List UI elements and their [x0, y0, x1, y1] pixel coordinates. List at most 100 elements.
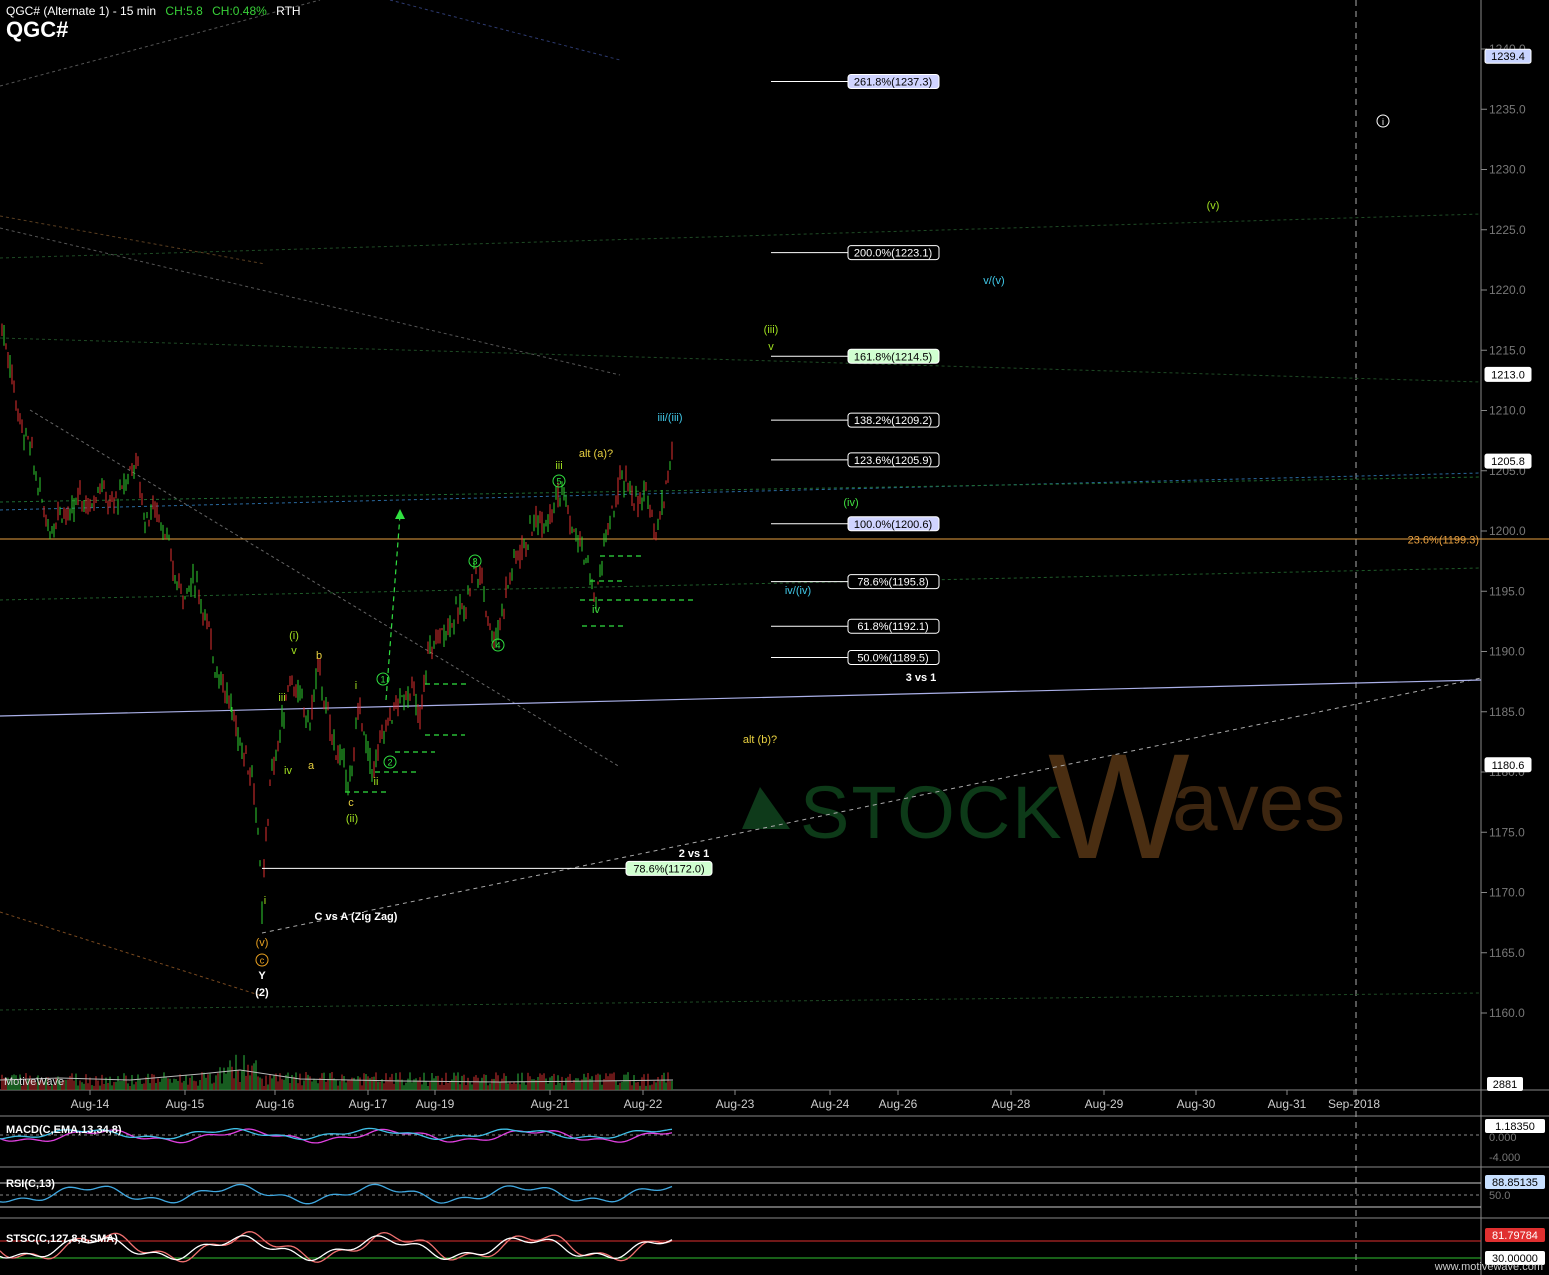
price-tick-label: 1225.0: [1489, 223, 1526, 237]
wave-label: iii/(iii): [657, 412, 682, 424]
wave-label: iv: [592, 604, 600, 616]
price-tick-label: 1235.0: [1489, 102, 1526, 116]
wave-label: (iv): [843, 497, 858, 509]
date-label: Aug-28: [992, 1097, 1031, 1111]
change-value: CH:5.8: [165, 4, 203, 18]
wave-label: v/(v): [983, 275, 1004, 287]
price-badge-label: 1205.8: [1491, 456, 1525, 468]
logo-initial: W: [1048, 722, 1190, 890]
wave-label: (v): [1207, 200, 1220, 212]
wave-label: Y: [258, 970, 266, 982]
wave-label: (i): [289, 630, 299, 642]
date-label: Aug-22: [624, 1097, 663, 1111]
wave-label: alt (b)?: [743, 734, 777, 746]
date-label: Aug-21: [531, 1097, 570, 1111]
logo-triangle-icon: [742, 787, 790, 829]
wave-label: iv: [284, 765, 292, 777]
symbol-title: QGC#: [6, 17, 69, 42]
price-tick-label: 1160.0: [1489, 1006, 1525, 1020]
motivewave-label: MotiveWave: [4, 1076, 65, 1088]
wave-label: i: [355, 680, 357, 692]
fib-lower-label: 78.6%(1172.0): [633, 863, 704, 875]
date-label: Aug-30: [1177, 1097, 1216, 1111]
wave-label: i: [264, 895, 266, 907]
circled-wave-label: c: [260, 956, 265, 966]
change-percent: CH:0.48%: [212, 4, 267, 18]
volume-badge-label: 2881: [1493, 1079, 1517, 1091]
date-label: Aug-17: [349, 1097, 388, 1111]
stockwaves-logo: STOCK W aves: [742, 722, 1345, 890]
wave-label: (iii): [764, 324, 779, 336]
wave-label: C vs A (Zig Zag): [315, 911, 398, 923]
price-tick-label: 1210.0: [1489, 404, 1526, 418]
logo-right-word: aves: [1172, 757, 1345, 848]
chart-header: QGC# (Alternate 1) - 15 min CH:5.8 CH:0.…: [6, 4, 301, 18]
wave-label: b: [316, 650, 322, 662]
date-label: Aug-29: [1085, 1097, 1124, 1111]
price-badge-label: 1180.6: [1492, 760, 1525, 772]
price-tick-label: 1195.0: [1489, 584, 1525, 598]
price-tick-label: 1170.0: [1489, 886, 1525, 900]
fib-level-label: 100.0%(1200.6): [854, 519, 932, 531]
circled-wave-label: 3: [472, 557, 477, 567]
fib-level-label: 50.0%(1189.5): [857, 653, 928, 665]
wave-label: (2): [255, 987, 269, 999]
wave-label: iv/(iv): [785, 585, 811, 597]
fib-level-label: 200.0%(1223.1): [854, 248, 932, 260]
wave-label: (v): [256, 937, 269, 949]
price-tick-label: 1220.0: [1489, 283, 1526, 297]
date-label: Aug-26: [879, 1097, 918, 1111]
circled-wave-label: 5: [556, 477, 561, 487]
fib-level-label: 123.6%(1205.9): [854, 455, 932, 467]
price-tick-label: 1215.0: [1489, 343, 1526, 357]
site-watermark: www.motivewave.com: [1434, 1261, 1543, 1273]
date-label: Aug-24: [811, 1097, 850, 1111]
rsi-title: RSI(C,13): [6, 1178, 55, 1190]
retrace-label: 23.6%(1199.3): [1408, 534, 1479, 546]
fib-level-label: 161.8%(1214.5): [854, 351, 932, 363]
price-tick-label: 1175.0: [1489, 825, 1525, 839]
wave-label: 2 vs 1: [679, 848, 710, 860]
date-label: Aug-15: [166, 1097, 205, 1111]
price-tick-label: 1200.0: [1489, 524, 1526, 538]
wave-label: v: [768, 341, 774, 353]
circled-wave-label: 4: [495, 641, 500, 651]
rsi-line: [0, 1183, 673, 1205]
price-badge-label: 1239.4: [1491, 51, 1525, 63]
trend-lines: [0, 0, 1549, 1011]
wave-label: v: [291, 645, 297, 657]
fib-level-label: 78.6%(1195.8): [857, 577, 928, 589]
fib-level-label: 61.8%(1192.1): [857, 621, 928, 633]
rsi-tick-label: 50.0: [1489, 1190, 1510, 1202]
logo-left-word: STOCK: [800, 771, 1064, 854]
session-label: RTH: [276, 4, 301, 18]
wave-label: 3 vs 1: [906, 672, 937, 684]
date-label: Aug-31: [1268, 1097, 1307, 1111]
chart-title: QGC# (Alternate 1) - 15 min: [6, 4, 157, 18]
circled-wave-label: 1: [380, 675, 385, 685]
price-tick-label: 1185.0: [1489, 705, 1525, 719]
fib-level-label: 138.2%(1209.2): [854, 415, 932, 427]
date-label: Aug-19: [416, 1097, 455, 1111]
date-label: Aug-23: [716, 1097, 755, 1111]
wave-label: alt (a)?: [579, 448, 613, 460]
stoch-badge-label: 81.79784: [1492, 1230, 1538, 1242]
date-label: Aug-14: [71, 1097, 110, 1111]
circled-wave-label: 2: [387, 758, 392, 768]
macd-tick-label: 0.000: [1489, 1132, 1517, 1144]
price-badge-label: 1213.0: [1491, 369, 1525, 381]
wave-label: iii: [278, 692, 285, 704]
stoch-title: STSC(C,127,8,8,SMA): [6, 1233, 118, 1245]
price-tick-label: 1230.0: [1489, 163, 1526, 177]
fib-level-label: 261.8%(1237.3): [854, 77, 932, 89]
macd-tick-label: -4.000: [1489, 1152, 1520, 1164]
info-icon-glyph: i: [1382, 117, 1384, 127]
volume-average-line: [0, 1069, 674, 1083]
macd-title: MACD(C,EMA,13,34,8): [6, 1124, 122, 1136]
chart-canvas[interactable]: i STOCK W aves 261.8%(1237.3)200.0%(1223…: [0, 0, 1549, 1275]
wave-label: a: [308, 760, 315, 772]
price-tick-label: 1190.0: [1489, 645, 1525, 659]
price-tick-label: 1165.0: [1489, 946, 1525, 960]
wave-label: (ii): [346, 813, 358, 825]
date-label: Aug-16: [256, 1097, 295, 1111]
